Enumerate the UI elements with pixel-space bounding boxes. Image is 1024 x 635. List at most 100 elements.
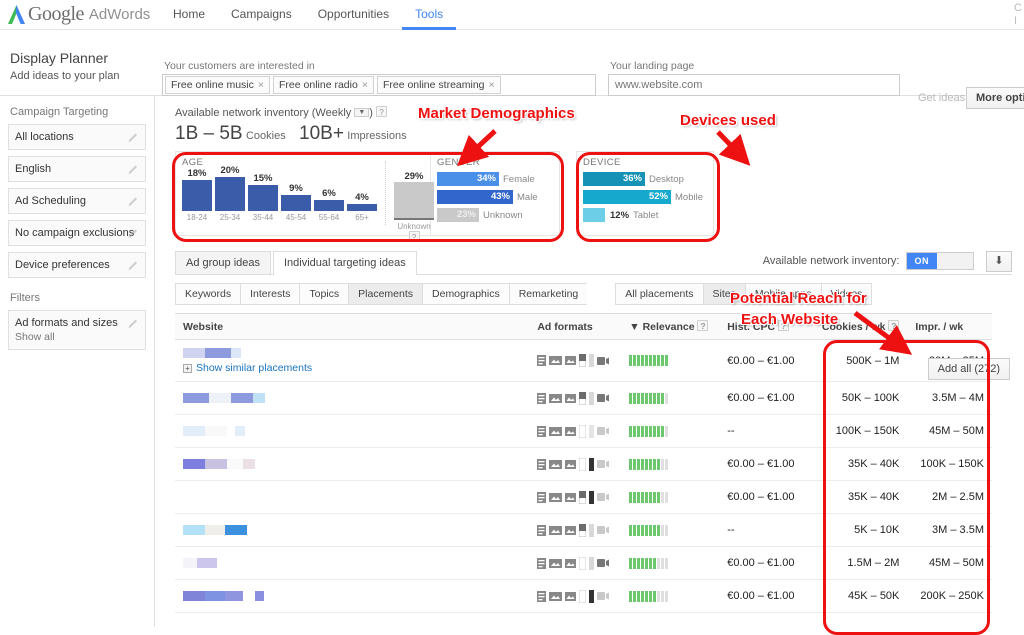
add-all-button[interactable]: Add all (272) <box>927 358 1010 380</box>
age-bar-label: 45-54 <box>285 213 307 222</box>
cookies-value: 1B – 5B <box>175 123 243 144</box>
subtab-placements[interactable]: Placements <box>348 283 423 305</box>
corner-line-2: I <box>1014 15 1018 27</box>
nav-item-tools[interactable]: Tools <box>402 0 457 30</box>
cell-ad-formats <box>529 480 622 514</box>
relevance-bar <box>629 557 711 569</box>
sidebar-item-label: Ad Scheduling <box>15 195 86 207</box>
edit-pencil-icon[interactable] <box>128 195 139 210</box>
table-row[interactable]: -- 100K – 150K 45M – 50M <box>175 414 992 448</box>
interests-input[interactable]: Free online music × Free online radio × Fr… <box>162 74 596 96</box>
cell-cookies-wk: 500K – 1M <box>813 339 908 382</box>
age-chart-title: AGE <box>182 157 204 168</box>
mobile-ad-icon <box>579 490 587 504</box>
sidebar-item-english[interactable]: English <box>8 156 146 182</box>
inventory-period-label: Available network inventory (Weekly <box>175 107 352 119</box>
edit-pencil-icon[interactable] <box>128 317 139 332</box>
sidebar-item-all-locations[interactable]: All locations <box>8 124 146 150</box>
column-header-website[interactable]: Website <box>175 313 530 340</box>
cell-relevance <box>621 339 720 382</box>
sidebar-section-filters: Filters <box>10 292 40 304</box>
nav-item-home[interactable]: Home <box>160 0 218 30</box>
sidebar-section-campaign-targeting: Campaign Targeting <box>10 106 109 118</box>
device-chart-panel: DEVICE 36% Desktop 52% Mobile 12% Tablet <box>576 151 714 236</box>
edit-pencil-icon[interactable] <box>128 227 139 242</box>
table-row[interactable]: €0.00 – €1.00 50K – 100K 3.5M – 4M <box>175 381 992 415</box>
show-similar-placements-link[interactable]: + Show similar placements <box>183 362 312 374</box>
toggle-off-area[interactable] <box>937 253 973 269</box>
table-row[interactable]: €0.00 – €1.00 35K – 40K 100K – 150K <box>175 447 992 481</box>
remove-chip-icon[interactable]: × <box>362 79 368 91</box>
remove-chip-icon[interactable]: × <box>258 79 264 91</box>
device-bar-label: Tablet <box>633 209 659 221</box>
subtab-keywords[interactable]: Keywords <box>175 283 241 305</box>
device-bar-value: 36% <box>583 172 645 186</box>
sub-tabs: Keywords Interests Topics Placements Dem… <box>175 283 1012 305</box>
image-ad-wide-icon <box>549 426 563 436</box>
inventory-period-suffix: ) <box>369 107 373 119</box>
available-network-inventory-toggle-group: Available network inventory: ON <box>763 252 974 270</box>
download-icon[interactable]: ⬇ <box>986 251 1012 272</box>
subtab-topics[interactable]: Topics <box>299 283 349 305</box>
age-bar-value: 18% <box>187 168 207 179</box>
logo-text: Google <box>28 3 84 25</box>
column-header-impr-wk[interactable]: Impr. / wk <box>907 313 992 340</box>
chevron-down-icon[interactable]: ▼ <box>354 108 370 117</box>
cell-impr-wk: 45M – 50M <box>907 546 992 580</box>
skyscraper-ad-icon <box>589 391 595 405</box>
website-redacted-bars <box>183 458 521 470</box>
device-bar-label: Mobile <box>675 191 703 203</box>
nav-item-opportunities[interactable]: Opportunities <box>305 0 402 30</box>
tab-individual-targeting-ideas[interactable]: Individual targeting ideas <box>273 251 417 275</box>
tab-ad-group-ideas[interactable]: Ad group ideas <box>175 251 271 274</box>
help-icon[interactable]: ? <box>376 106 388 117</box>
table-row[interactable]: €0.00 – €1.00 1.5M – 2M 45M – 50M <box>175 546 992 580</box>
subtab-demographics[interactable]: Demographics <box>422 283 509 305</box>
table-row[interactable]: + Show similar placements €0.00 – €1.00 5… <box>175 339 992 382</box>
toggle-on-label[interactable]: ON <box>906 253 937 269</box>
sidebar-item-ad-scheduling[interactable]: Ad Scheduling <box>8 188 146 214</box>
image-ad-wide-icon <box>549 492 563 502</box>
ad-format-icons <box>537 457 613 471</box>
inventory-toggle[interactable]: ON <box>905 252 974 270</box>
table-row[interactable]: -- 5K – 10K 3M – 3.5M <box>175 513 992 547</box>
sidebar-item-label: English <box>15 163 52 175</box>
edit-pencil-icon[interactable] <box>128 131 139 146</box>
website-redacted-bars <box>183 524 521 536</box>
interests-label: Your customers are interested in <box>164 60 315 72</box>
subtab-all-placements[interactable]: All placements <box>615 283 703 305</box>
help-icon[interactable]: ? <box>408 231 420 242</box>
edit-pencil-icon[interactable] <box>128 259 139 274</box>
show-similar-label: Show similar placements <box>196 362 313 374</box>
cell-cookies-wk: 35K – 40K <box>813 480 908 514</box>
nav-item-campaigns[interactable]: Campaigns <box>218 0 305 30</box>
age-bar-value: 20% <box>220 165 240 176</box>
interest-chip[interactable]: Free online streaming × <box>376 76 501 94</box>
subtab-interests[interactable]: Interests <box>240 283 300 305</box>
expand-plus-icon[interactable]: + <box>183 364 192 373</box>
interest-chip[interactable]: Free online radio × <box>273 76 374 94</box>
edit-pencil-icon[interactable] <box>128 163 139 178</box>
column-header-ad-formats[interactable]: Ad formats <box>529 313 622 340</box>
cell-cookies-wk: 100K – 150K <box>813 414 908 448</box>
interest-chip[interactable]: Free online music × <box>165 76 271 94</box>
mobile-ad-icon <box>579 589 587 603</box>
sidebar-item-device-preferences[interactable]: Device preferences <box>8 252 146 278</box>
help-icon[interactable]: ? <box>888 320 900 331</box>
help-icon[interactable]: ? <box>697 320 709 331</box>
table-row[interactable]: €0.00 – €1.00 45K – 50K 200K – 250K <box>175 579 992 613</box>
sidebar-item-sublabel: Show all <box>15 331 55 343</box>
cell-ad-formats <box>529 447 622 481</box>
image-ad-wide-icon <box>549 558 563 568</box>
table-body: + Show similar placements €0.00 – €1.00 5… <box>175 339 992 613</box>
remove-chip-icon[interactable]: × <box>489 79 495 91</box>
subtab-remarketing[interactable]: Remarketing <box>508 283 588 305</box>
sidebar-item-campaign-exclusions[interactable]: No campaign exclusions <box>8 220 146 246</box>
adwords-logo[interactable]: Google AdWords <box>8 3 150 26</box>
column-header-relevance[interactable]: ▼ Relevance ? <box>621 313 720 340</box>
landing-page-input[interactable] <box>608 74 900 96</box>
sidebar-item-label: All locations <box>15 131 74 143</box>
sidebar-item-ad-formats-and-sizes[interactable]: Ad formats and sizes Show all <box>8 310 146 350</box>
cell-hist-cpc: €0.00 – €1.00 <box>719 480 814 514</box>
table-row[interactable]: €0.00 – €1.00 35K – 40K 2M – 2.5M <box>175 480 992 514</box>
